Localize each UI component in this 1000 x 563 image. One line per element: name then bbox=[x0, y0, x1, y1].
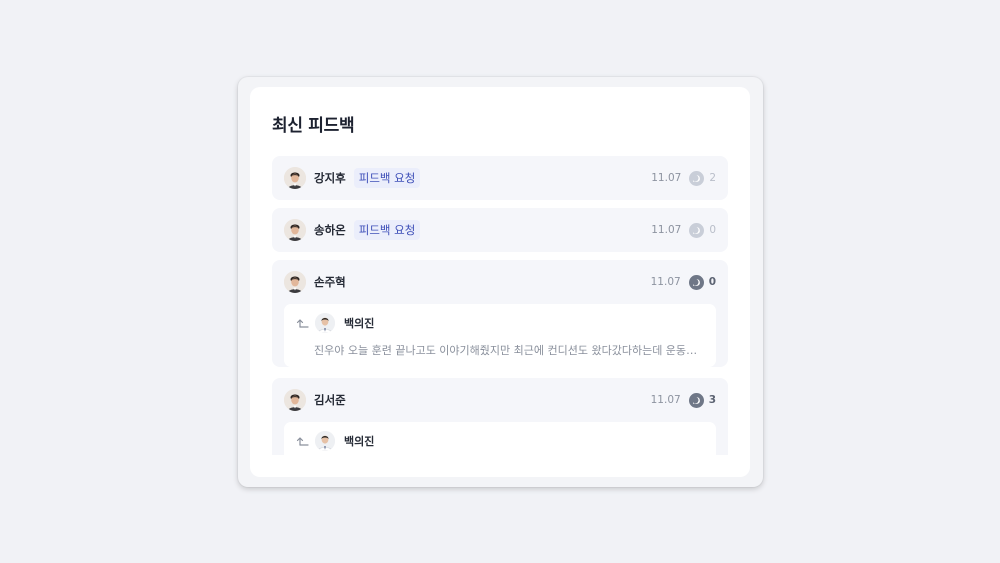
avatar-icon bbox=[315, 431, 335, 451]
card-title: 최신 피드백 bbox=[272, 116, 355, 136]
comment-icon bbox=[689, 222, 705, 238]
feedback-panel-frame: 최신 피드백 강지후 피드백 요청 11.07 2 송하온 피드백 요청 11.… bbox=[238, 77, 763, 487]
item-date: 11.07 bbox=[651, 172, 682, 184]
user-name: 송하온 bbox=[314, 223, 346, 237]
item-date: 11.07 bbox=[650, 394, 681, 406]
feedback-list[interactable]: 강지후 피드백 요청 11.07 2 송하온 피드백 요청 11.07 0 손주… bbox=[272, 156, 728, 455]
reply-preview[interactable]: 백의진 진우야 오늘 훈련 끝나고도 이야기해줬지만 최근에 컨디션도 왔다갔다… bbox=[284, 304, 716, 367]
feedback-request-badge: 피드백 요청 bbox=[353, 220, 421, 240]
reply-arrow-icon bbox=[296, 319, 309, 328]
comment-count: 3 bbox=[708, 394, 716, 406]
comment-icon bbox=[688, 274, 704, 290]
feedback-request-badge: 피드백 요청 bbox=[353, 168, 421, 188]
reply-author-name: 백의진 bbox=[344, 435, 375, 448]
user-name: 손주혁 bbox=[314, 275, 346, 289]
avatar-icon bbox=[284, 389, 306, 411]
comment-count: 2 bbox=[709, 172, 716, 184]
avatar-icon bbox=[284, 167, 306, 189]
reply-preview[interactable]: 백의진 bbox=[284, 422, 716, 455]
recent-feedback-card: 최신 피드백 강지후 피드백 요청 11.07 2 송하온 피드백 요청 11.… bbox=[250, 87, 750, 477]
user-name: 강지후 bbox=[314, 171, 346, 185]
comment-icon bbox=[689, 170, 705, 186]
feedback-item[interactable]: 김서준 11.07 3 백의진 bbox=[272, 378, 728, 455]
reply-arrow-icon bbox=[296, 437, 309, 446]
feedback-item[interactable]: 강지후 피드백 요청 11.07 2 bbox=[272, 156, 728, 200]
comment-icon bbox=[688, 392, 704, 408]
comment-count: 0 bbox=[708, 276, 716, 288]
avatar-icon bbox=[315, 313, 335, 333]
reply-text: 진우야 오늘 훈련 끝나고도 이야기해줬지만 최근에 컨디션도 왔다갔다하는데 … bbox=[314, 344, 704, 357]
feedback-item[interactable]: 송하온 피드백 요청 11.07 0 bbox=[272, 208, 728, 252]
comment-count: 0 bbox=[709, 224, 716, 236]
feedback-item[interactable]: 손주혁 11.07 0 백의진 진우야 오늘 훈련 끝나고도 이야기해줬지만 최… bbox=[272, 260, 728, 367]
avatar-icon bbox=[284, 219, 306, 241]
avatar-icon bbox=[284, 271, 306, 293]
item-date: 11.07 bbox=[650, 276, 681, 288]
user-name: 김서준 bbox=[314, 393, 346, 407]
item-date: 11.07 bbox=[651, 224, 682, 236]
reply-author-name: 백의진 bbox=[344, 317, 375, 330]
